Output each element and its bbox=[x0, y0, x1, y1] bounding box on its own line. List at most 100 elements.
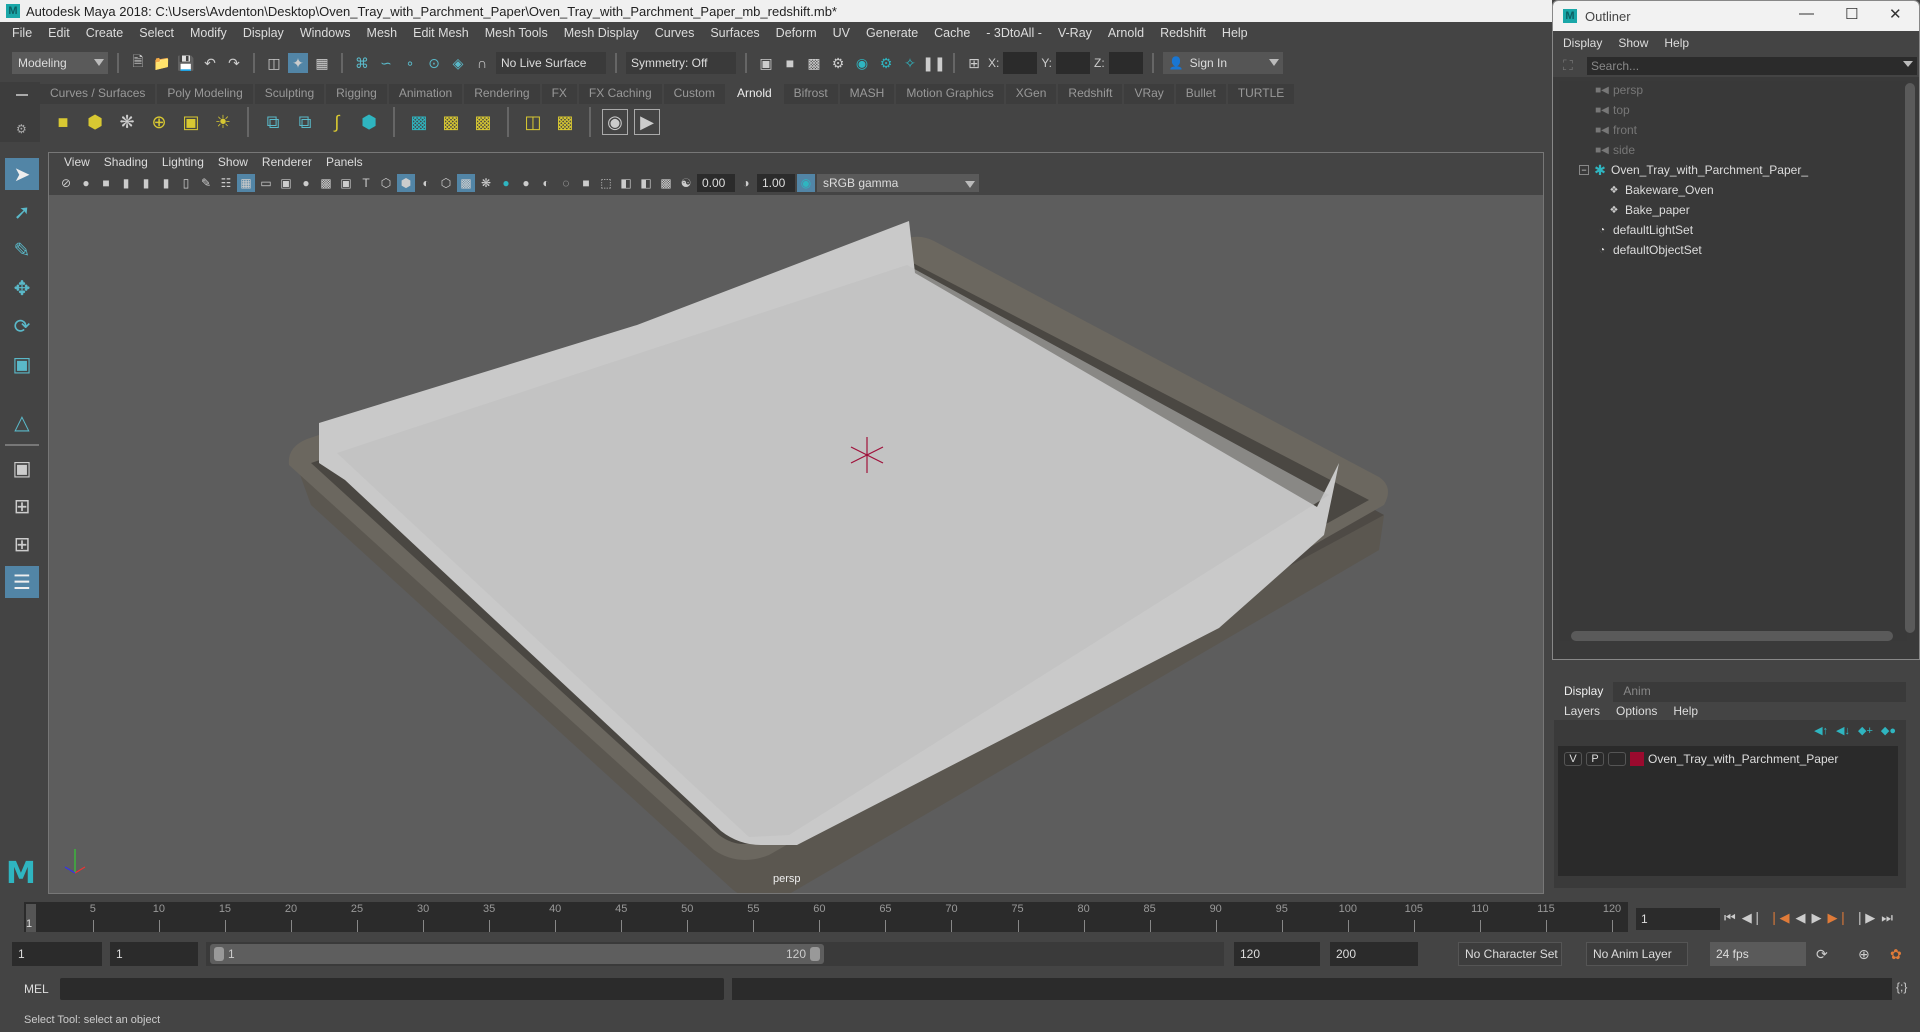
redo-icon[interactable]: ↷ bbox=[224, 53, 244, 73]
scene-end-input[interactable]: 200 bbox=[1330, 942, 1418, 966]
scene-start-input[interactable]: 1 bbox=[12, 942, 102, 966]
gamma-input[interactable]: 1.00 bbox=[757, 174, 795, 192]
outliner-item-default-object-set[interactable]: ◔ defaultObjectSet bbox=[1595, 241, 1702, 259]
shelf-tab-rigging[interactable]: Rigging bbox=[326, 84, 387, 104]
export-stand-in-icon[interactable]: ⧉ bbox=[292, 109, 318, 135]
anim-layer-dropdown[interactable]: No Anim Layer bbox=[1586, 942, 1688, 966]
film-gate-icon[interactable]: ▭ bbox=[257, 174, 275, 192]
live-surface-field[interactable]: No Live Surface bbox=[496, 52, 606, 74]
gamma-icon[interactable]: ◑ bbox=[737, 174, 755, 192]
layer-visibility-toggle[interactable]: V bbox=[1564, 752, 1582, 766]
outliner-item-bake-paper[interactable]: ❖ Bake_paper bbox=[1607, 201, 1690, 219]
wireframe-on-shaded-icon[interactable]: ⬡ bbox=[437, 174, 455, 192]
shelf-tab-bullet[interactable]: Bullet bbox=[1175, 84, 1226, 104]
bookmarks-icon[interactable]: ■ bbox=[97, 174, 115, 192]
shelf-tab-turtle[interactable]: TURTLE bbox=[1227, 84, 1295, 104]
play-forwards-icon[interactable]: ▶ bbox=[1811, 910, 1821, 926]
sign-in-dropdown[interactable]: 👤 Sign In bbox=[1162, 52, 1283, 74]
menu-cache[interactable]: Cache bbox=[926, 26, 978, 40]
transform-constraint-icon[interactable]: ⊞ bbox=[964, 53, 984, 73]
y-input[interactable] bbox=[1056, 52, 1091, 74]
select-tool-icon[interactable]: ➤ bbox=[5, 158, 39, 190]
grid-toggle-icon[interactable]: ▦ bbox=[237, 174, 255, 192]
outliner-item-front[interactable]: ■◀ front bbox=[1595, 121, 1637, 139]
step-back-frame-icon[interactable]: ◀❘ bbox=[1742, 910, 1763, 926]
move-layer-up-icon[interactable]: ◀↑ bbox=[1814, 724, 1828, 737]
new-scene-icon[interactable]: 🗎 bbox=[128, 53, 148, 73]
shelf-settings-icon[interactable]: ⚙ bbox=[16, 122, 27, 136]
time-slider[interactable]: 5 10 15 20 25 30 35 40 45 50 55 60 65 70 75 80 85 90 95 100… bbox=[24, 902, 1628, 932]
shelf-tab-animation[interactable]: Animation bbox=[388, 84, 463, 104]
select-hierarchy-icon[interactable]: ◫ bbox=[264, 53, 284, 73]
fps-dropdown[interactable]: 24 fps bbox=[1710, 942, 1806, 966]
snap-curve-icon[interactable]: ∽ bbox=[376, 53, 396, 73]
persp-outliner-layout-icon[interactable]: ⊞ bbox=[5, 528, 39, 560]
color-management-toggle-icon[interactable]: ◉ bbox=[797, 174, 815, 192]
snap-point-icon[interactable]: ∘ bbox=[400, 53, 420, 73]
render-settings-icon[interactable]: ⚙ bbox=[828, 53, 848, 73]
go-to-end-icon[interactable]: ⏭ bbox=[1881, 910, 1893, 926]
menu-modify[interactable]: Modify bbox=[182, 26, 235, 40]
texture-swatch-icon[interactable]: ▩ bbox=[552, 109, 578, 135]
step-forward-frame-icon[interactable]: ❘▶ bbox=[1854, 910, 1875, 926]
outliner-menu-show[interactable]: Show bbox=[1618, 36, 1648, 50]
outliner-item-side[interactable]: ■◀ side bbox=[1595, 141, 1635, 159]
menu-3dtoall[interactable]: - 3DtoAll - bbox=[978, 26, 1050, 40]
layer-display-type-toggle[interactable] bbox=[1608, 752, 1626, 766]
field-chart-icon[interactable]: ▩ bbox=[317, 174, 335, 192]
menu-edit-mesh[interactable]: Edit Mesh bbox=[405, 26, 477, 40]
four-view-layout-icon[interactable]: ⊞ bbox=[5, 490, 39, 522]
photometric-light-icon[interactable]: ❋ bbox=[114, 109, 140, 135]
ipr-render-icon[interactable]: ▩ bbox=[804, 53, 824, 73]
show-manipulator-icon[interactable]: △ bbox=[5, 406, 39, 438]
skydome-light-icon[interactable]: ⊕ bbox=[146, 109, 172, 135]
render-view-arnold-icon[interactable]: ▩ bbox=[406, 109, 432, 135]
new-layer-selected-icon[interactable]: ◆● bbox=[1881, 724, 1896, 737]
shelf-menu-icon[interactable] bbox=[16, 94, 28, 96]
playback-start-input[interactable]: 1 bbox=[110, 942, 198, 966]
exposure-input[interactable]: 0.00 bbox=[697, 174, 735, 192]
script-editor-icon[interactable]: {;} bbox=[1896, 980, 1907, 994]
filter-icon[interactable]: ⛶ bbox=[1563, 57, 1573, 74]
range-start-handle[interactable] bbox=[214, 947, 224, 961]
outliner-item-group[interactable]: − ✱ Oven_Tray_with_Parchment_Paper_ bbox=[1579, 161, 1808, 179]
light-editor-icon[interactable]: ✧ bbox=[900, 53, 920, 73]
snap-surface-icon[interactable]: ◈ bbox=[448, 53, 468, 73]
material-swatch-icon[interactable]: ◫ bbox=[520, 109, 546, 135]
range-end-handle[interactable] bbox=[810, 947, 820, 961]
camera-attributes-icon[interactable]: ● bbox=[77, 174, 95, 192]
panel-menu-show[interactable]: Show bbox=[211, 155, 255, 169]
menu-mesh[interactable]: Mesh bbox=[359, 26, 406, 40]
menu-create[interactable]: Create bbox=[78, 26, 132, 40]
command-input[interactable] bbox=[60, 978, 724, 1000]
shelf-tab-rendering[interactable]: Rendering bbox=[464, 84, 540, 104]
create-stand-in-icon[interactable]: ⧉ bbox=[260, 109, 286, 135]
exposure-icon[interactable]: ☯ bbox=[677, 174, 695, 192]
shelf-tab-redshift[interactable]: Redshift bbox=[1058, 84, 1123, 104]
resolution-gate-icon[interactable]: ▣ bbox=[277, 174, 295, 192]
animation-preferences-icon[interactable]: ✿ bbox=[1890, 946, 1902, 963]
collapse-icon[interactable]: − bbox=[1579, 165, 1589, 175]
grid-icon[interactable]: ☷ bbox=[217, 174, 235, 192]
use-all-lights-icon[interactable]: ❋ bbox=[477, 174, 495, 192]
shelf-tab-poly-modeling[interactable]: Poly Modeling bbox=[157, 84, 253, 104]
camera-icon[interactable]: ▮ bbox=[117, 174, 135, 192]
snap-magnet-icon[interactable]: ∩ bbox=[472, 53, 492, 73]
create-curve-collector-icon[interactable]: ∫ bbox=[324, 109, 350, 135]
xray-joints-icon[interactable]: ◧ bbox=[637, 174, 655, 192]
lasso-tool-icon[interactable]: ➚ bbox=[5, 196, 39, 228]
panel-menu-panels[interactable]: Panels bbox=[319, 155, 370, 169]
outliner-vertical-scrollbar[interactable] bbox=[1905, 83, 1915, 633]
undo-icon[interactable]: ↶ bbox=[200, 53, 220, 73]
paint-select-tool-icon[interactable]: ✎ bbox=[5, 234, 39, 266]
shelf-tab-vray[interactable]: VRay bbox=[1124, 84, 1174, 104]
minimize-icon[interactable]: — bbox=[1799, 5, 1814, 22]
move-layer-down-icon[interactable]: ◀↓ bbox=[1836, 724, 1850, 737]
move-tool-icon[interactable]: ✥ bbox=[5, 272, 39, 304]
safe-title-icon[interactable]: T bbox=[357, 174, 375, 192]
step-back-key-icon[interactable]: ❘◀ bbox=[1769, 910, 1790, 926]
camera-image-plane-icon[interactable]: ▮ bbox=[157, 174, 175, 192]
shelf-tab-motion-graphics[interactable]: Motion Graphics bbox=[896, 84, 1004, 104]
select-component-icon[interactable]: ▦ bbox=[312, 53, 332, 73]
layer-tab-display[interactable]: Display bbox=[1554, 682, 1614, 702]
